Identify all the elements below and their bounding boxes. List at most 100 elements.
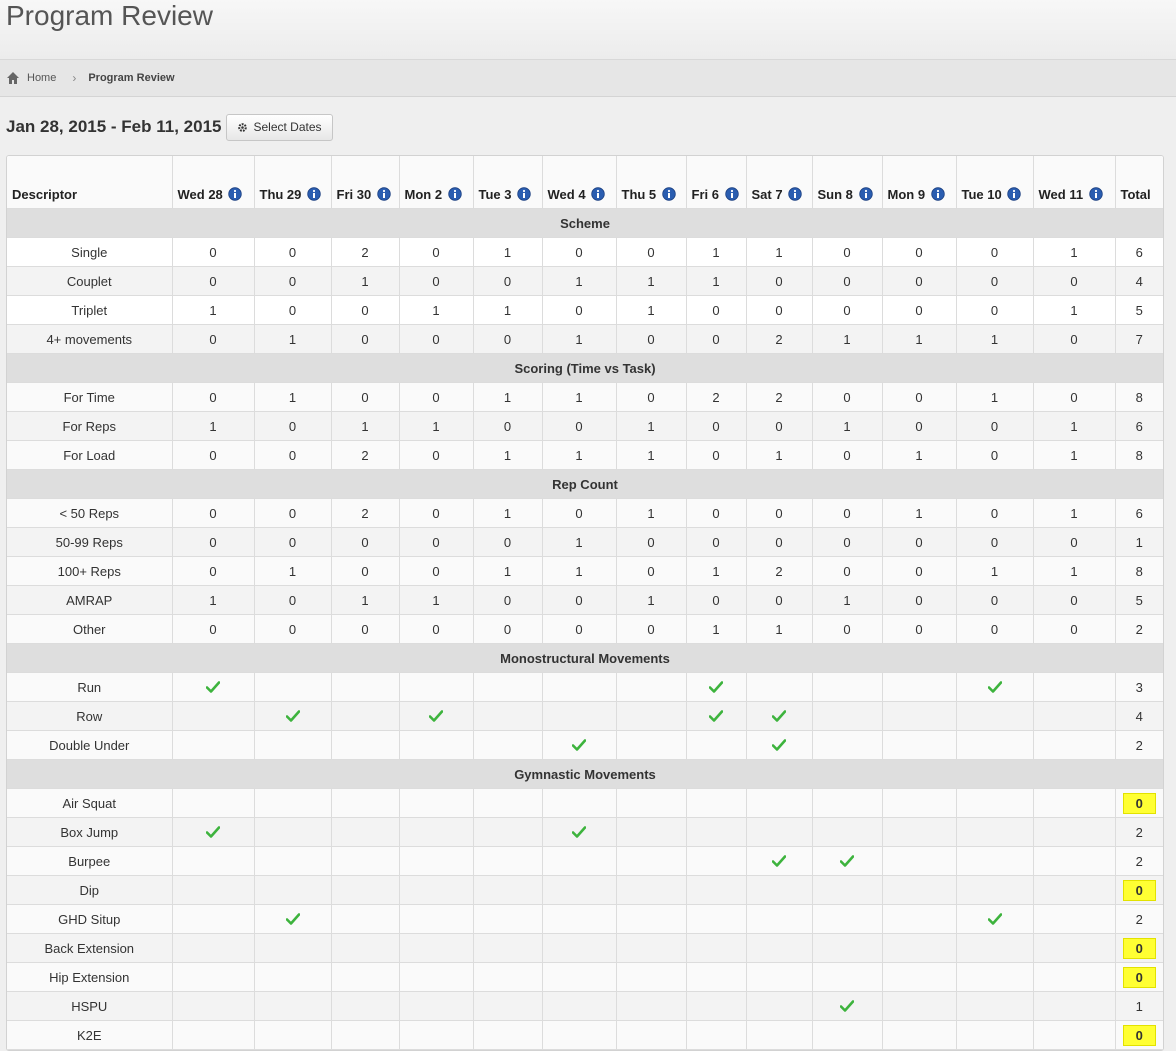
day-cell — [812, 701, 883, 731]
checkmark-icon — [429, 709, 443, 722]
day-cell — [882, 875, 957, 905]
day-cell: 1 — [542, 266, 617, 296]
day-cell: 0 — [882, 237, 957, 267]
info-icon[interactable] — [517, 187, 531, 201]
checkmark-icon — [285, 912, 300, 925]
info-icon[interactable] — [662, 187, 676, 201]
row-total: 5 — [1115, 585, 1163, 615]
day-cell: 0 — [172, 614, 255, 644]
info-icon[interactable] — [788, 187, 802, 201]
day-cell: 1 — [882, 498, 957, 528]
section-title: Rep Count — [7, 469, 1163, 499]
day-cell: 0 — [331, 324, 400, 354]
select-dates-button[interactable]: Select Dates — [226, 113, 333, 141]
day-cell: 0 — [956, 295, 1034, 325]
day-cell — [542, 962, 617, 992]
day-cell — [254, 672, 332, 702]
day-cell — [331, 962, 400, 992]
table-row: Burpee 2 — [7, 846, 1163, 876]
day-cell — [882, 846, 957, 876]
day-header: Mon 2 — [399, 156, 474, 209]
day-cell: 2 — [746, 382, 813, 412]
day-cell: 0 — [399, 527, 474, 557]
info-icon[interactable] — [377, 187, 391, 201]
day-cell — [1033, 672, 1116, 702]
row-total: 1 — [1115, 527, 1163, 557]
row-total: 1 — [1115, 991, 1163, 1021]
date-range-row: Jan 28, 2015 - Feb 11, 2015 Select Dates — [0, 97, 1176, 157]
day-cell — [882, 962, 957, 992]
day-cell: 1 — [1033, 295, 1116, 325]
info-icon[interactable] — [591, 187, 605, 201]
day-cell: 1 — [473, 440, 543, 470]
day-cell — [172, 904, 255, 934]
day-cell: 1 — [331, 411, 400, 441]
day-cell — [254, 904, 332, 934]
row-total: 2 — [1115, 730, 1163, 760]
info-icon[interactable] — [307, 187, 321, 201]
table-row: HSPU 1 — [7, 991, 1163, 1021]
row-total: 8 — [1115, 440, 1163, 470]
row-descriptor: K2E — [7, 1020, 173, 1050]
day-cell — [399, 846, 474, 876]
day-cell: 0 — [399, 382, 474, 412]
day-cell: 0 — [616, 324, 687, 354]
section-row: Monostructural Movements — [7, 643, 1163, 673]
day-cell: 0 — [254, 266, 332, 296]
info-icon[interactable] — [930, 187, 945, 201]
row-descriptor: Double Under — [7, 730, 173, 760]
day-cell — [1033, 846, 1116, 876]
row-descriptor: Single — [7, 237, 173, 267]
day-cell — [1033, 875, 1116, 905]
info-icon[interactable] — [228, 187, 243, 201]
info-icon[interactable] — [1007, 187, 1022, 201]
row-descriptor: For Load — [7, 440, 173, 470]
day-cell — [399, 875, 474, 905]
day-cell: 1 — [473, 498, 543, 528]
day-cell — [473, 991, 543, 1021]
day-cell: 0 — [254, 237, 332, 267]
breadcrumb-home-link[interactable]: Home — [27, 72, 56, 84]
day-cell: 1 — [686, 614, 747, 644]
day-cell — [616, 991, 687, 1021]
day-cell: 0 — [956, 527, 1034, 557]
checkmark-icon — [772, 709, 786, 722]
day-header: Sun 8 — [812, 156, 883, 209]
day-cell: 0 — [616, 527, 687, 557]
day-header-label: Tue 3 — [478, 187, 512, 202]
day-cell: 0 — [172, 266, 255, 296]
day-cell: 0 — [956, 498, 1034, 528]
day-cell — [399, 788, 474, 818]
day-cell: 1 — [616, 295, 687, 325]
day-cell: 0 — [956, 237, 1034, 267]
table-row: Single 0 0 2 0 1 0 0 1 1 0 0 0 1 6 — [7, 237, 1163, 267]
info-icon[interactable] — [724, 187, 739, 201]
info-icon[interactable] — [1088, 187, 1103, 201]
day-cell: 0 — [616, 382, 687, 412]
day-cell — [616, 701, 687, 731]
day-cell: 1 — [882, 324, 957, 354]
table-row: AMRAP 1 0 1 1 0 0 1 0 0 1 0 0 0 5 — [7, 585, 1163, 615]
day-cell: 0 — [399, 324, 474, 354]
day-cell: 0 — [686, 527, 747, 557]
day-cell: 0 — [254, 614, 332, 644]
day-cell: 0 — [812, 237, 883, 267]
day-cell: 0 — [399, 440, 474, 470]
day-cell — [172, 672, 255, 702]
day-cell: 0 — [331, 382, 400, 412]
row-descriptor: Other — [7, 614, 173, 644]
info-icon[interactable] — [447, 187, 462, 201]
table-row: K2E 0 — [7, 1020, 1163, 1050]
day-cell: 0 — [172, 382, 255, 412]
day-cell — [172, 875, 255, 905]
day-cell: 0 — [399, 556, 474, 586]
day-cell: 1 — [616, 498, 687, 528]
day-cell: 0 — [473, 266, 543, 296]
day-cell — [812, 933, 883, 963]
table-header-row: Descriptor Wed 28 Thu 29 Fri 30 Mon 2 Tu… — [7, 156, 1163, 209]
day-cell — [882, 933, 957, 963]
day-cell — [1033, 817, 1116, 847]
day-cell: 0 — [882, 614, 957, 644]
info-icon[interactable] — [858, 187, 873, 201]
home-icon[interactable] — [6, 71, 20, 85]
